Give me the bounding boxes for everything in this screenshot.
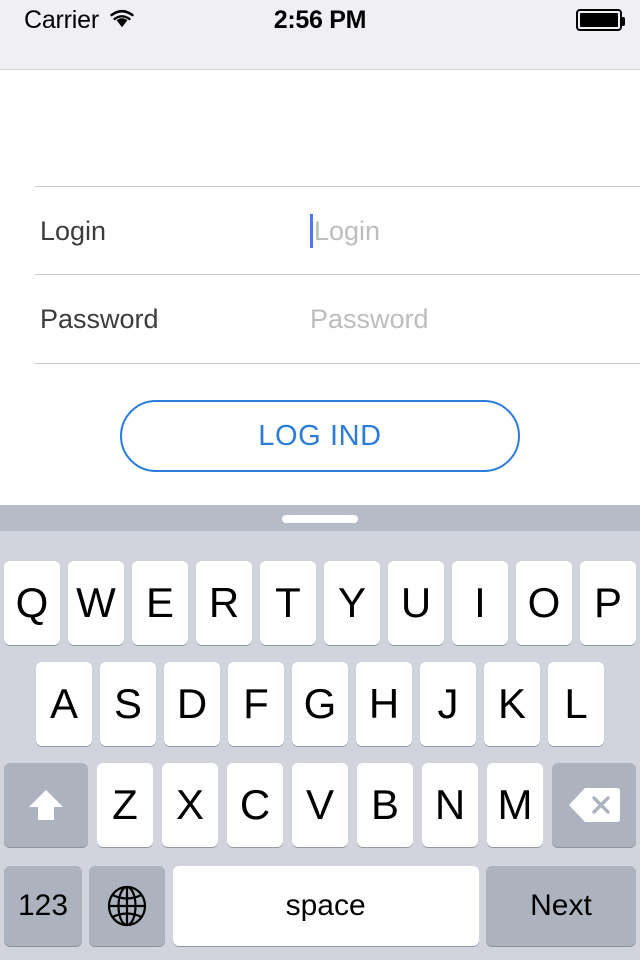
key-h[interactable]: H xyxy=(356,662,412,746)
clock-label: 2:56 PM xyxy=(273,5,367,34)
key-d[interactable]: D xyxy=(164,662,220,746)
key-y[interactable]: Y xyxy=(324,561,380,645)
password-label: Password xyxy=(40,303,159,334)
battery-full-icon xyxy=(576,9,625,31)
key-e[interactable]: E xyxy=(132,561,188,645)
key-o[interactable]: O xyxy=(516,561,572,645)
login-label: Login xyxy=(40,215,107,246)
space-key[interactable]: space xyxy=(172,866,479,946)
login-submit-button[interactable]: LOG IND xyxy=(120,400,520,472)
key-v[interactable]: V xyxy=(292,763,348,847)
key-b[interactable]: B xyxy=(357,763,413,847)
key-m[interactable]: M xyxy=(487,763,543,847)
key-z[interactable]: Z xyxy=(97,763,153,847)
backspace-icon xyxy=(568,786,620,824)
key-k[interactable]: K xyxy=(484,662,540,746)
status-bar: Carrier 2:56 PM xyxy=(0,0,640,40)
key-n[interactable]: N xyxy=(422,763,478,847)
key-x[interactable]: X xyxy=(162,763,218,847)
backspace-key[interactable] xyxy=(552,763,636,847)
key-q[interactable]: Q xyxy=(4,561,60,645)
keyboard-grabber-handle[interactable] xyxy=(282,514,358,523)
key-j[interactable]: J xyxy=(420,662,476,746)
login-placeholder: Login xyxy=(314,215,381,246)
return-key[interactable]: Next xyxy=(485,866,636,946)
app-screen: Carrier 2:56 PM Login Login Password Pas… xyxy=(0,0,640,960)
shift-key[interactable] xyxy=(4,763,88,847)
form-row-login[interactable]: Login Login xyxy=(0,187,640,275)
key-g[interactable]: G xyxy=(292,662,348,746)
onscreen-keyboard: Q W E R T Y U I O P A S D F G H J K L Z … xyxy=(0,505,640,960)
key-w[interactable]: W xyxy=(68,561,124,645)
login-input[interactable]: Login xyxy=(310,209,380,253)
key-i[interactable]: I xyxy=(452,561,508,645)
password-input[interactable]: Password xyxy=(310,297,429,341)
form-row-password[interactable]: Password Password xyxy=(0,275,640,363)
globe-icon xyxy=(104,883,150,929)
keyboard-row-4: 123 space Next xyxy=(0,860,640,952)
key-s[interactable]: S xyxy=(100,662,156,746)
key-l[interactable]: L xyxy=(548,662,604,746)
key-c[interactable]: C xyxy=(227,763,283,847)
keyboard-row-1: Q W E R T Y U I O P xyxy=(0,557,640,649)
password-placeholder: Password xyxy=(310,303,429,334)
globe-key[interactable] xyxy=(89,866,166,946)
key-t[interactable]: T xyxy=(260,561,316,645)
keyboard-row-3: Z X C V B N M xyxy=(0,759,640,851)
key-r[interactable]: R xyxy=(196,561,252,645)
key-a[interactable]: A xyxy=(36,662,92,746)
key-f[interactable]: F xyxy=(228,662,284,746)
key-u[interactable]: U xyxy=(388,561,444,645)
status-bar-extension xyxy=(0,40,640,69)
status-bar-right xyxy=(576,9,625,31)
keyboard-row-2: A S D F G H J K L xyxy=(0,658,640,750)
battery-fill xyxy=(580,13,618,27)
form-separator-bottom xyxy=(35,363,640,364)
key-p[interactable]: P xyxy=(580,561,636,645)
shift-icon xyxy=(24,783,68,827)
numeric-switch-key[interactable]: 123 xyxy=(4,866,82,946)
login-form: Login Login Password Password LOG IND xyxy=(0,70,640,505)
text-caret xyxy=(310,214,313,248)
battery-nub xyxy=(622,17,625,26)
login-submit-label: LOG IND xyxy=(258,419,382,452)
keyboard-toolbar xyxy=(0,506,640,531)
